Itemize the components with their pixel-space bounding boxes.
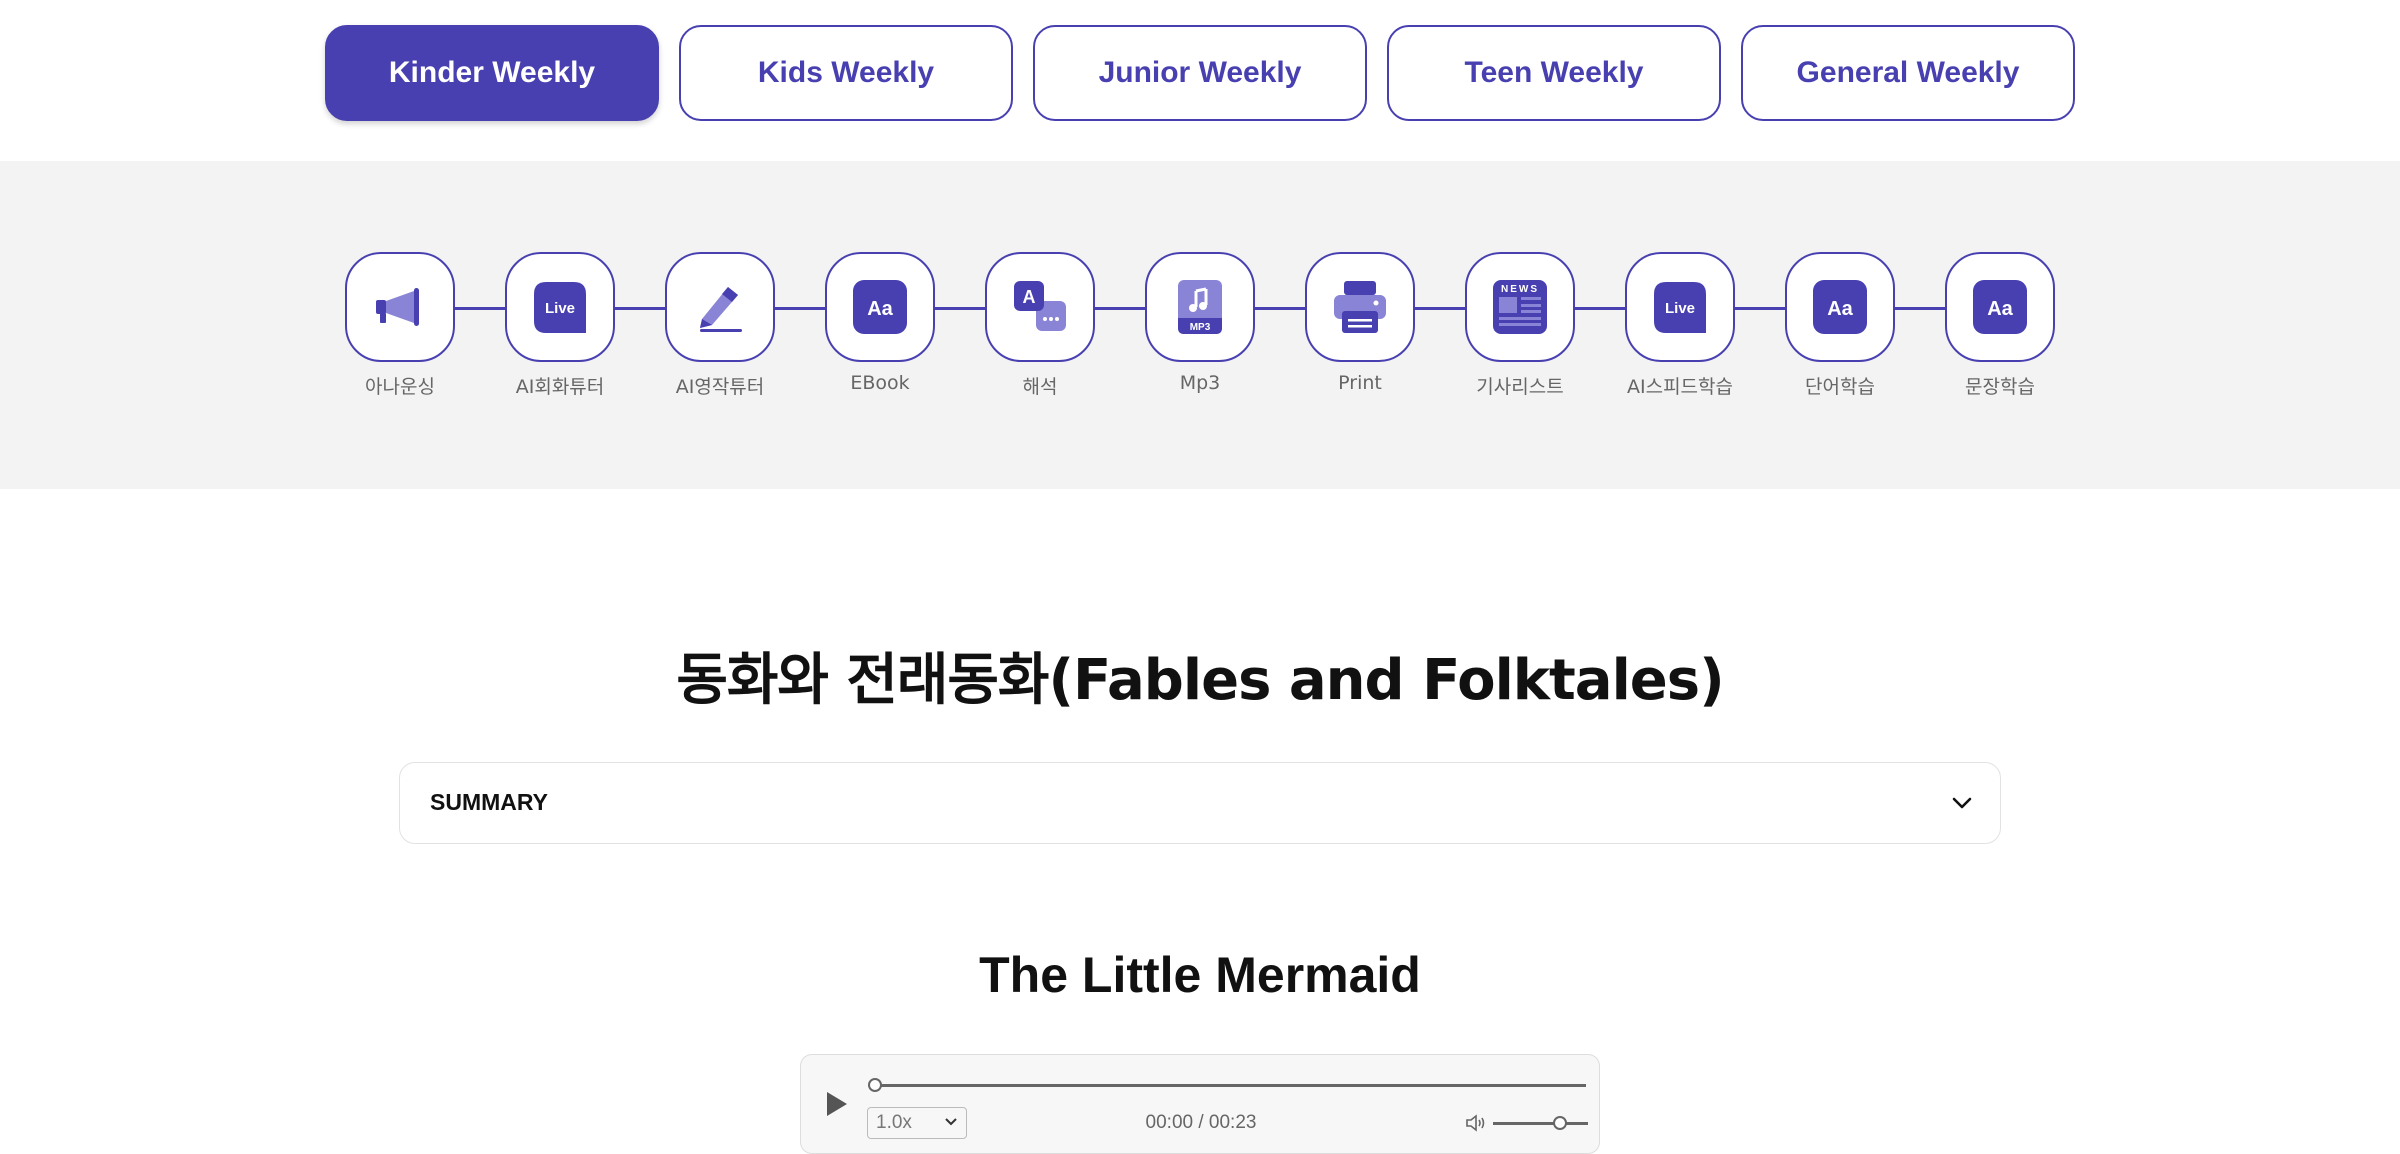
feature-print[interactable]: Print — [1305, 252, 1415, 394]
feature-article-list[interactable]: NEWS 기사리스트 — [1465, 252, 1575, 398]
feature-circle — [345, 252, 455, 362]
feature-circle: Aa — [1785, 252, 1895, 362]
svg-text:NEWS: NEWS — [1501, 284, 1539, 295]
feature-ebook[interactable]: Aa EBook — [825, 252, 935, 394]
megaphone-icon — [376, 288, 419, 326]
tab-general-weekly[interactable]: General Weekly — [1741, 25, 2075, 121]
tab-teen-weekly[interactable]: Teen Weekly — [1387, 25, 1721, 121]
tab-kinder-weekly[interactable]: Kinder Weekly — [325, 25, 659, 121]
mp3-icon: MP3 — [1178, 280, 1222, 334]
svg-text:MP3: MP3 — [1190, 322, 1211, 333]
feature-translation[interactable]: A 해석 — [985, 252, 1095, 398]
feature-circle: Aa — [825, 252, 935, 362]
svg-text:A: A — [1023, 287, 1036, 307]
progress-knob[interactable] — [868, 1078, 882, 1092]
summary-accordion[interactable]: SUMMARY — [399, 762, 2001, 844]
svg-text:Aa: Aa — [1827, 298, 1853, 320]
weekly-tabs: Kinder Weekly Kids Weekly Junior Weekly … — [325, 25, 2075, 121]
translate-icon: A — [1014, 281, 1066, 331]
volume-icon[interactable] — [1465, 1112, 1487, 1134]
chevron-down-icon — [1952, 797, 1972, 809]
feature-mp3[interactable]: MP3 Mp3 — [1145, 252, 1255, 394]
pencil-icon — [700, 287, 742, 332]
feature-ai-writing-tutor[interactable]: AI영작튜터 — [665, 252, 775, 398]
svg-text:Aa: Aa — [867, 298, 893, 320]
svg-text:Aa: Aa — [1987, 298, 2013, 320]
feature-label: 문장학습 — [1965, 376, 2035, 398]
feature-circle: NEWS — [1465, 252, 1575, 362]
feature-sentence-learning[interactable]: Aa 문장학습 — [1945, 252, 2055, 398]
volume-track[interactable] — [1493, 1122, 1588, 1125]
feature-circle — [665, 252, 775, 362]
feature-announcing[interactable]: 아나운싱 — [345, 252, 455, 398]
svg-text:Live: Live — [545, 300, 575, 317]
live-chat-icon: Live — [1654, 282, 1706, 333]
story-title: The Little Mermaid — [979, 947, 1421, 1003]
feature-circle: Live — [505, 252, 615, 362]
feature-word-learning[interactable]: Aa 단어학습 — [1785, 252, 1895, 398]
feature-ai-conversation-tutor[interactable]: Live AI회화튜터 — [505, 252, 615, 398]
news-icon: NEWS — [1493, 280, 1547, 334]
word-icon: Aa — [1813, 280, 1867, 334]
printer-icon — [1334, 281, 1386, 333]
feature-circle: MP3 — [1145, 252, 1255, 362]
feature-circle — [1305, 252, 1415, 362]
summary-label: SUMMARY — [430, 789, 548, 815]
volume-knob[interactable] — [1552, 1116, 1567, 1130]
tab-junior-weekly[interactable]: Junior Weekly — [1033, 25, 1367, 121]
feature-circle: Aa — [1945, 252, 2055, 362]
ebook-icon: Aa — [853, 280, 907, 334]
svg-text:Live: Live — [1665, 300, 1695, 317]
feature-ai-speed-learning[interactable]: Live AI스피드학습 — [1625, 252, 1735, 398]
sentence-icon: Aa — [1973, 280, 2027, 334]
category-title: 동화와 전래동화(Fables and Folktales) — [676, 648, 1724, 713]
feature-circle: Live — [1625, 252, 1735, 362]
live-chat-icon: Live — [534, 282, 586, 333]
feature-circle: A — [985, 252, 1095, 362]
audio-player: 1.0x 00:00 / 00:23 — [800, 1054, 1600, 1154]
tab-kids-weekly[interactable]: Kids Weekly — [679, 25, 1013, 121]
progress-track[interactable] — [875, 1084, 1586, 1087]
